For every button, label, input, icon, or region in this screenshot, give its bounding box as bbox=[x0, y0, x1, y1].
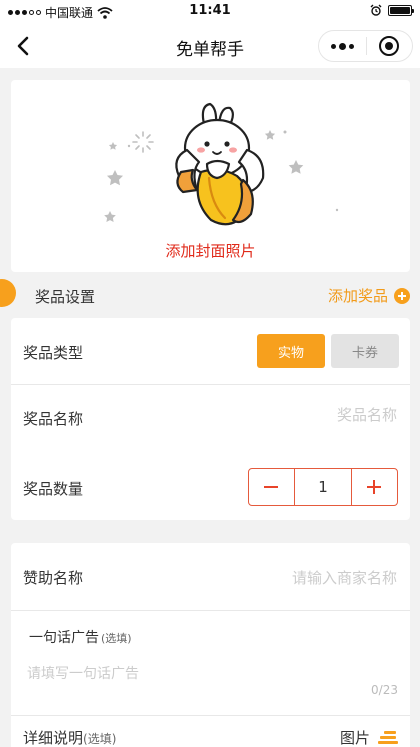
ad-char-counter: 0/23 bbox=[371, 683, 398, 697]
stack-icon bbox=[378, 730, 398, 745]
plus-circle-icon bbox=[394, 287, 410, 304]
mini-program-capsule bbox=[318, 30, 413, 62]
sponsor-card: 赞助名称 一句话广告(选填) 0/23 详细说明(选填) 图片 bbox=[11, 543, 410, 747]
star-icon bbox=[264, 130, 276, 140]
image-label: 图片 bbox=[339, 729, 370, 747]
add-prize-button[interactable]: 添加奖品 bbox=[328, 285, 410, 306]
divider bbox=[11, 384, 410, 385]
status-bar: 中国联通 11:41 bbox=[0, 0, 420, 24]
ad-optional-tag: (选填) bbox=[101, 632, 132, 645]
prize-type-coupon-button[interactable]: 卡券 bbox=[331, 334, 399, 368]
quantity-stepper: 1 bbox=[248, 468, 398, 506]
add-cover-photo-label[interactable]: 添加封面照片 bbox=[11, 240, 410, 261]
star-icon bbox=[288, 160, 304, 174]
prize-name-label: 奖品名称 bbox=[23, 410, 84, 428]
status-time: 11:41 bbox=[189, 3, 231, 18]
prize-name-input[interactable] bbox=[171, 406, 397, 424]
divider bbox=[11, 715, 410, 716]
prize-card: 奖品类型 实物 卡券 奖品名称 奖品数量 1 bbox=[11, 318, 410, 520]
increment-button[interactable] bbox=[352, 469, 397, 505]
status-right bbox=[370, 4, 414, 16]
alarm-icon bbox=[370, 4, 382, 16]
prize-quantity-label: 奖品数量 bbox=[23, 480, 84, 498]
decrement-button[interactable] bbox=[249, 469, 294, 505]
add-prize-label: 添加奖品 bbox=[327, 287, 388, 305]
battery-icon bbox=[388, 4, 414, 16]
nav-bar: 免单帮手 bbox=[0, 24, 420, 68]
quantity-value[interactable]: 1 bbox=[294, 469, 352, 505]
detail-label: 详细说明(选填) bbox=[23, 727, 116, 747]
prize-type-physical-button[interactable]: 实物 bbox=[257, 334, 325, 368]
detail-label-text: 详细说明 bbox=[23, 729, 84, 747]
prize-section-title: 奖品设置 bbox=[35, 288, 96, 306]
prize-type-label: 奖品类型 bbox=[23, 344, 84, 362]
more-icon[interactable] bbox=[319, 31, 366, 61]
loading-spark-icon bbox=[132, 131, 154, 153]
star-icon bbox=[108, 142, 118, 150]
section-marker bbox=[0, 279, 16, 307]
ad-label-text: 一句话广告 bbox=[29, 630, 99, 646]
ad-textarea[interactable] bbox=[27, 663, 397, 703]
add-image-button[interactable]: 图片 bbox=[340, 727, 398, 747]
star-icon bbox=[104, 211, 116, 223]
divider bbox=[11, 610, 410, 611]
star-icon bbox=[107, 170, 123, 186]
target-icon bbox=[379, 36, 400, 56]
close-target-button[interactable] bbox=[366, 31, 412, 61]
minus-icon bbox=[264, 486, 278, 488]
sponsor-name-input[interactable] bbox=[171, 569, 397, 587]
prize-section-header: 奖品设置 添加奖品 bbox=[0, 276, 420, 314]
ad-label: 一句话广告 (选填) bbox=[29, 627, 132, 647]
sponsor-name-label: 赞助名称 bbox=[23, 569, 84, 587]
cover-photo-card[interactable]: 添加封面照片 bbox=[11, 80, 410, 272]
banana-bunny-illustration bbox=[104, 102, 339, 226]
detail-optional-tag: (选填) bbox=[83, 732, 117, 746]
